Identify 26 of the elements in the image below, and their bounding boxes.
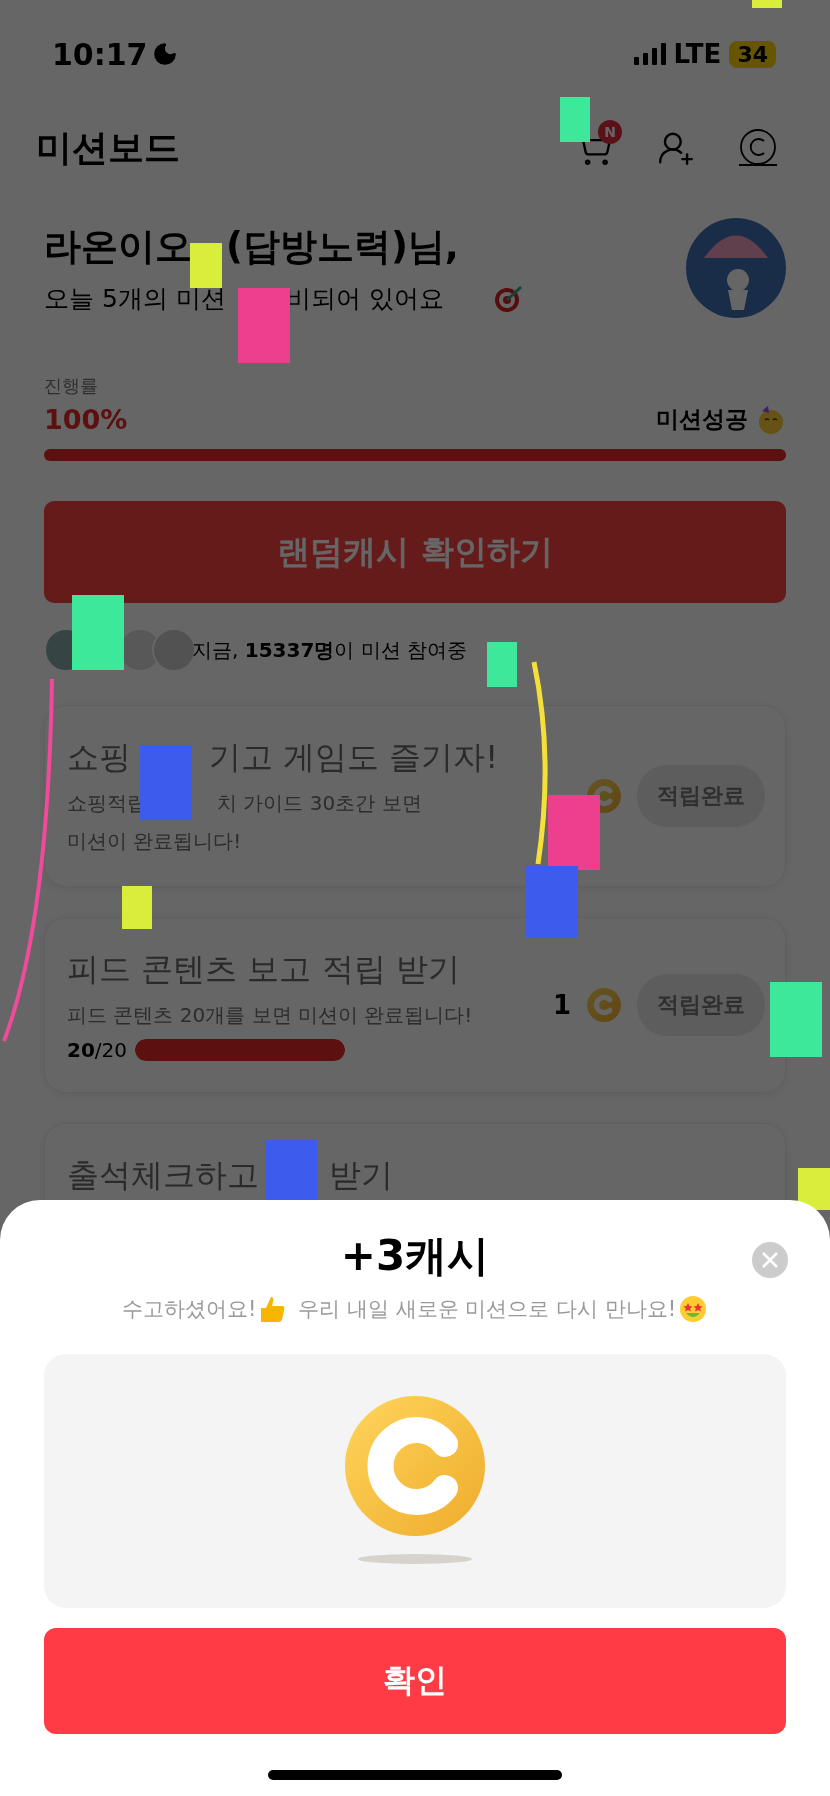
- participants-text: 지금, 15337명이 미션 참여중: [192, 636, 468, 664]
- greeting-name: 라온이오: [44, 224, 192, 268]
- mission-title: 피드 콘텐츠 보고 적립 받기: [67, 950, 460, 988]
- mission-title: 쇼핑: [67, 738, 131, 776]
- mission-status: 미션성공: [656, 405, 748, 434]
- mission-title: 기고 게임도 즐기자!: [209, 738, 499, 776]
- mission-title: 받기: [329, 1156, 393, 1194]
- clock-time: 10:17: [52, 36, 148, 72]
- confirm-button[interactable]: 확인: [44, 1628, 786, 1734]
- mission-description: 피드 콘텐츠 20개를 보면 미션이 완료됩니다!: [67, 1003, 473, 1027]
- reward-message: 우리 내일 새로운 미션으로 다시 만나요!: [298, 1296, 677, 1323]
- new-badge: N: [598, 120, 622, 144]
- battery-level: 34: [729, 40, 776, 68]
- greeting-message: 오늘 5개의 미션: [44, 282, 226, 315]
- reward-amount: 1: [552, 990, 571, 1020]
- greeting-name: (답방노력)님,: [226, 224, 459, 268]
- progress-percent: 100%: [44, 404, 128, 435]
- random-cash-button[interactable]: 랜덤캐시 확인하기: [44, 501, 786, 603]
- mission-count: 20/20: [67, 1038, 128, 1062]
- mission-description: 미션이 완료됩니다!: [67, 829, 242, 853]
- network-label: LTE: [673, 39, 722, 69]
- mission-description: 치 가이드 30초간 보면: [217, 791, 422, 815]
- mission-title: 출석체크하고: [67, 1156, 259, 1194]
- page-title: 미션보드: [36, 125, 180, 170]
- reward-message: 수고하셨어요!: [121, 1296, 257, 1323]
- reward-title: +3캐시: [340, 1230, 490, 1282]
